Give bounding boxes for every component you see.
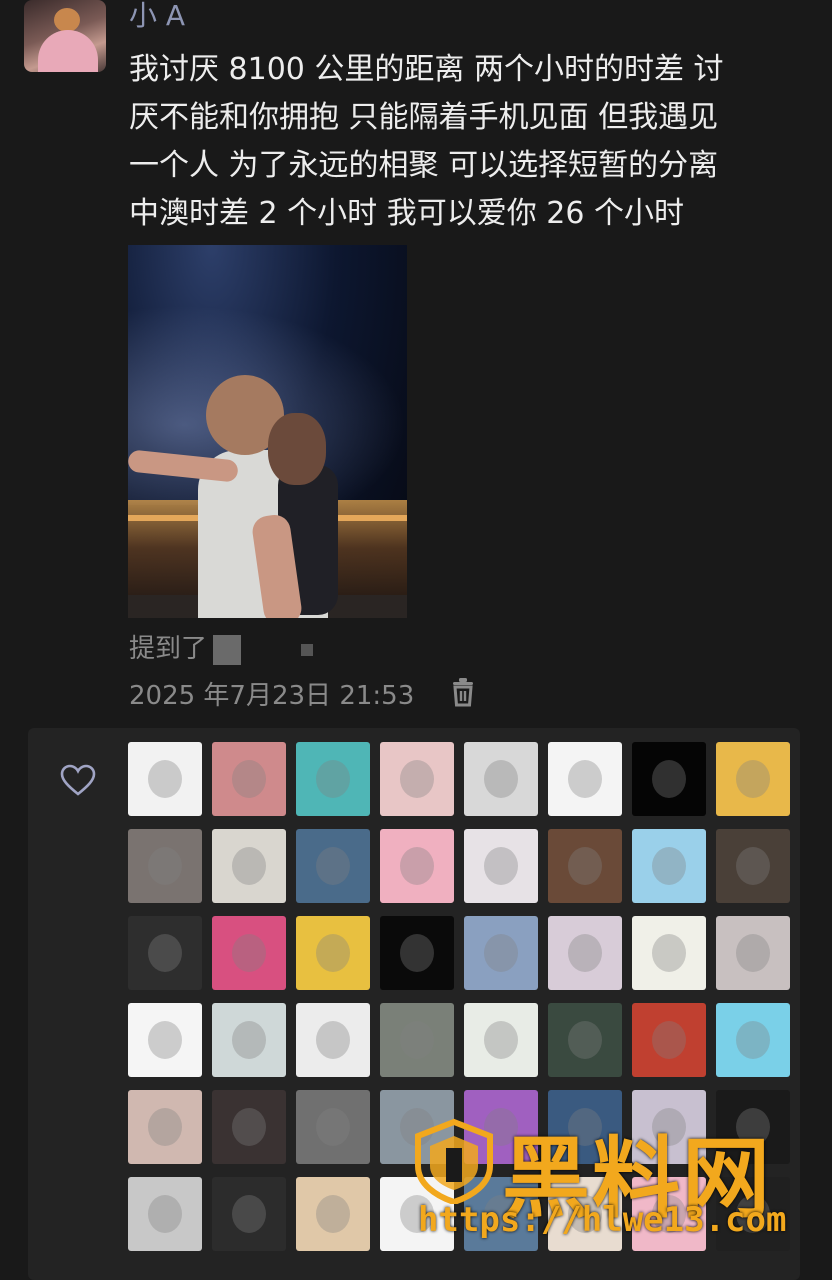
liker-avatar-figure — [232, 934, 266, 972]
liker-avatar-figure — [148, 934, 182, 972]
liker-avatar[interactable] — [464, 742, 538, 816]
liker-avatar[interactable] — [212, 916, 286, 990]
author-username[interactable]: 小 A — [129, 0, 185, 34]
liker-avatar-figure — [652, 847, 686, 885]
liker-avatar-figure — [736, 760, 770, 798]
liker-avatar[interactable] — [464, 916, 538, 990]
liker-avatar[interactable] — [128, 1003, 202, 1077]
liker-avatar[interactable] — [380, 1003, 454, 1077]
liker-avatar[interactable] — [716, 916, 790, 990]
liker-avatar[interactable] — [716, 742, 790, 816]
liker-avatar-figure — [652, 934, 686, 972]
post-timestamp: 2025 年7月23日 21:53 — [129, 681, 415, 711]
liker-avatar-figure — [316, 1195, 350, 1233]
liker-avatar-figure — [736, 934, 770, 972]
post-text: 我讨厌 8100 公里的距离 两个小时的时差 讨 厌不能和你拥抱 只能隔着手机见… — [129, 52, 724, 231]
liker-avatar-figure — [568, 847, 602, 885]
liker-avatar[interactable] — [632, 829, 706, 903]
liker-avatar-figure — [316, 1108, 350, 1146]
liker-avatar-figure — [148, 847, 182, 885]
liker-avatar-figure — [484, 760, 518, 798]
post-photo[interactable] — [128, 245, 407, 618]
mention-redacted-mark — [301, 643, 314, 656]
liker-avatar[interactable] — [380, 829, 454, 903]
liker-avatar[interactable] — [548, 829, 622, 903]
liker-avatar[interactable] — [128, 1177, 202, 1251]
mention-line[interactable]: 提到了 — [129, 628, 314, 665]
liker-avatar[interactable] — [296, 1090, 370, 1164]
liker-avatar[interactable] — [296, 1177, 370, 1251]
mention-label: 提到了 — [129, 634, 208, 664]
liker-avatar-figure — [232, 1195, 266, 1233]
liker-avatar-figure — [736, 1021, 770, 1059]
liker-avatar[interactable] — [212, 1177, 286, 1251]
liker-avatar-figure — [232, 1108, 266, 1146]
liker-avatar[interactable] — [128, 829, 202, 903]
liker-avatar[interactable] — [380, 916, 454, 990]
liker-avatar-figure — [232, 847, 266, 885]
watermark-url: https://hlwe13.com — [418, 1200, 787, 1240]
liker-avatar[interactable] — [464, 829, 538, 903]
liker-avatar-figure — [316, 1021, 350, 1059]
liker-avatar[interactable] — [632, 916, 706, 990]
watermark-shield-icon — [415, 1118, 493, 1204]
liker-avatar-figure — [652, 760, 686, 798]
liker-avatar[interactable] — [212, 1003, 286, 1077]
liker-avatar[interactable] — [380, 742, 454, 816]
photo-girl-head — [268, 413, 326, 485]
liker-avatar-figure — [316, 847, 350, 885]
liker-avatar[interactable] — [128, 1090, 202, 1164]
liker-avatar-figure — [148, 760, 182, 798]
liker-avatar[interactable] — [296, 742, 370, 816]
liker-avatar-figure — [148, 1195, 182, 1233]
mention-redacted-name — [213, 634, 242, 665]
liker-avatar[interactable] — [548, 1003, 622, 1077]
liker-avatar[interactable] — [716, 829, 790, 903]
liker-avatar[interactable] — [296, 829, 370, 903]
liker-avatar[interactable] — [548, 742, 622, 816]
liker-avatar-figure — [316, 934, 350, 972]
liker-avatar-figure — [652, 1021, 686, 1059]
liker-avatar[interactable] — [212, 829, 286, 903]
liker-avatar[interactable] — [128, 742, 202, 816]
liker-avatar[interactable] — [464, 1003, 538, 1077]
liker-avatar-figure — [568, 760, 602, 798]
liker-avatar-figure — [568, 934, 602, 972]
liker-avatar-figure — [232, 760, 266, 798]
author-avatar[interactable] — [24, 0, 106, 72]
liker-avatar[interactable] — [632, 742, 706, 816]
liker-avatar[interactable] — [548, 916, 622, 990]
liker-avatar[interactable] — [212, 1090, 286, 1164]
liker-avatar-figure — [484, 1021, 518, 1059]
liker-avatar-figure — [400, 1021, 434, 1059]
liker-avatar[interactable] — [716, 1003, 790, 1077]
liker-avatar[interactable] — [296, 1003, 370, 1077]
liker-avatar[interactable] — [632, 1003, 706, 1077]
avatar-coat-shape — [38, 30, 98, 72]
liker-avatar-figure — [400, 847, 434, 885]
liker-avatar-figure — [736, 847, 770, 885]
liker-avatar-figure — [484, 847, 518, 885]
heart-icon[interactable] — [60, 764, 96, 796]
liker-avatar-figure — [316, 760, 350, 798]
trash-icon[interactable] — [449, 677, 477, 707]
liker-avatar[interactable] — [128, 916, 202, 990]
avatar-cat-shape — [54, 8, 80, 32]
liker-avatar-figure — [484, 934, 518, 972]
liker-avatar[interactable] — [296, 916, 370, 990]
liker-avatar-figure — [232, 1021, 266, 1059]
liker-avatar-figure — [400, 760, 434, 798]
liker-avatar[interactable] — [212, 742, 286, 816]
liker-avatar-figure — [568, 1021, 602, 1059]
liker-avatar-figure — [400, 934, 434, 972]
liker-avatar-figure — [148, 1108, 182, 1146]
liker-avatar-figure — [148, 1021, 182, 1059]
